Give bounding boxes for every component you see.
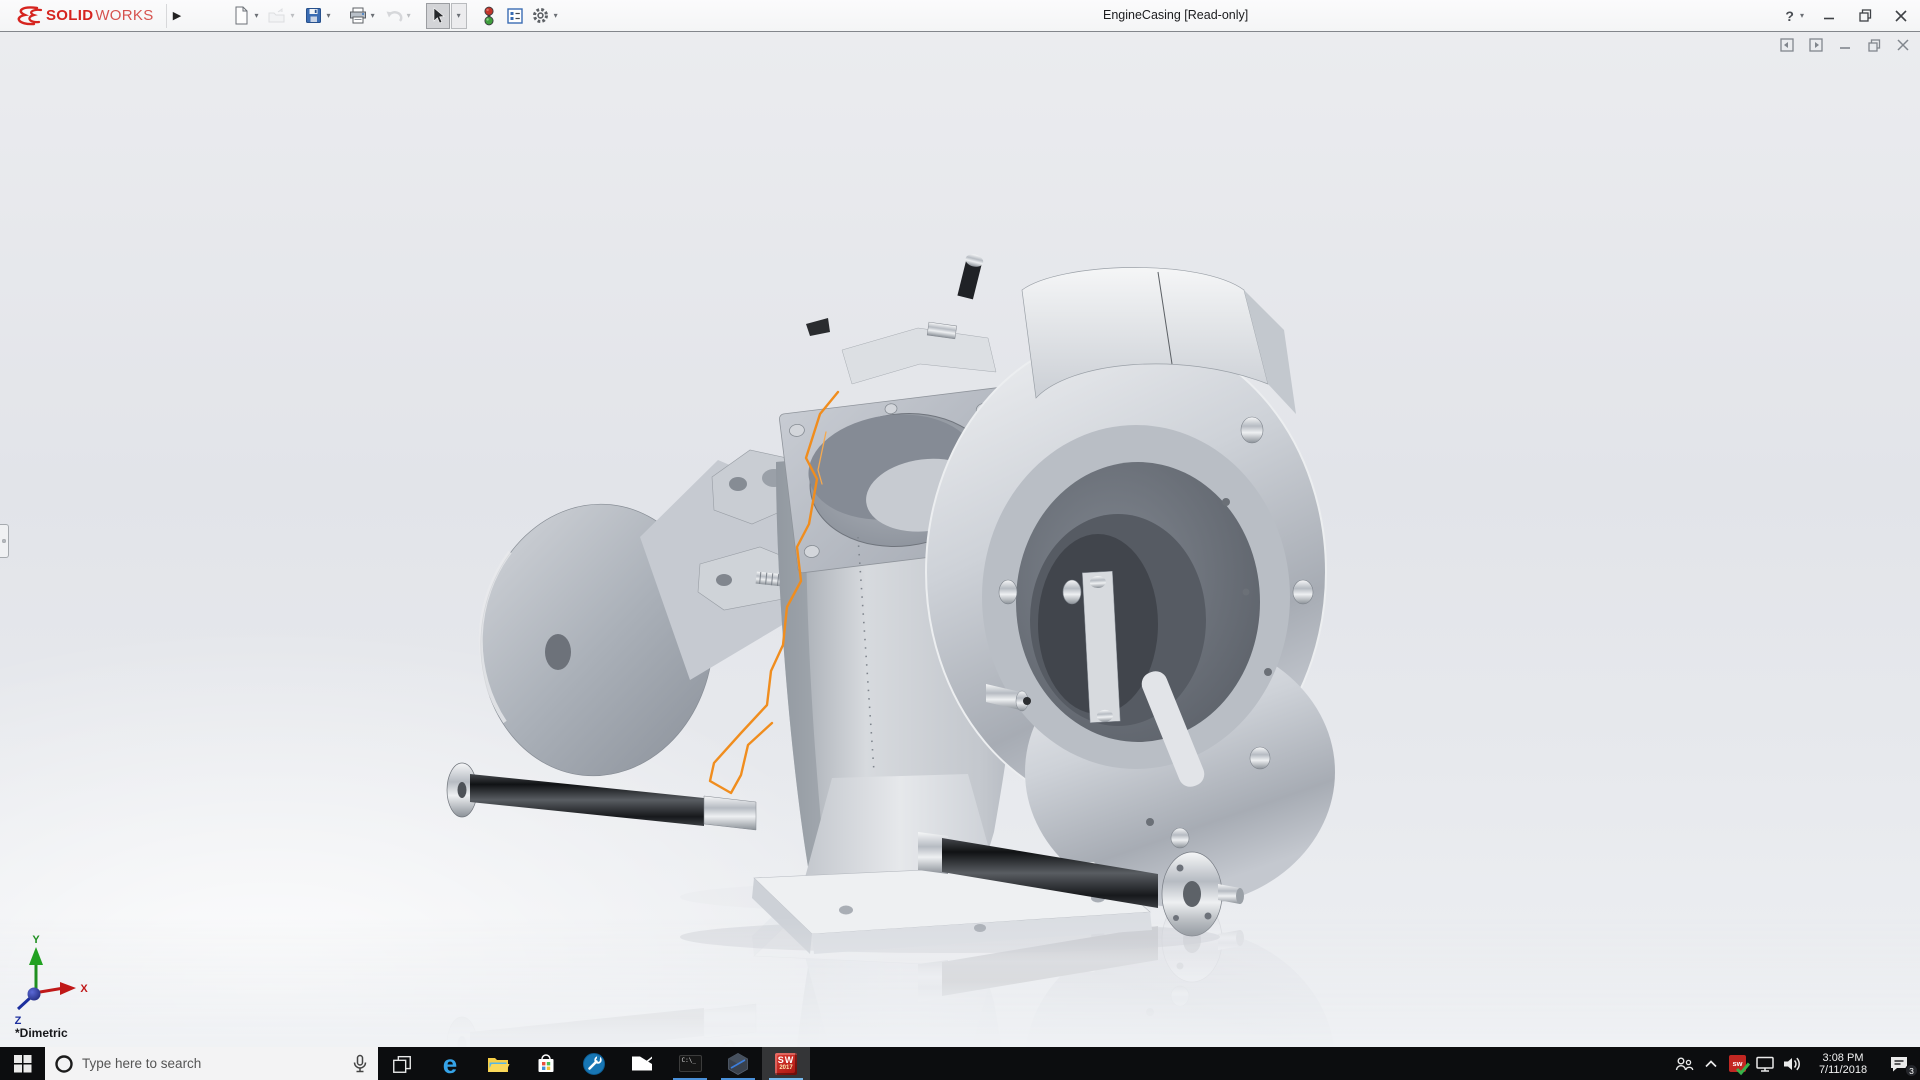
x-axis-label: X bbox=[80, 983, 88, 995]
notification-badge: 3 bbox=[1905, 1064, 1918, 1077]
hexagon-app-icon bbox=[726, 1052, 750, 1076]
taskbar-search[interactable] bbox=[45, 1047, 378, 1080]
taskbar-app-command-prompt[interactable]: C:\_ bbox=[666, 1047, 714, 1080]
print-button[interactable]: ▾ bbox=[346, 3, 380, 29]
menu-expand-arrow[interactable]: ▶ bbox=[166, 4, 188, 28]
start-button[interactable] bbox=[0, 1047, 45, 1080]
cortana-icon bbox=[54, 1054, 74, 1074]
graphics-viewport[interactable]: Y X Z *Dimetric bbox=[0, 32, 1920, 1047]
taskbar-clock[interactable]: 3:08 PM 7/11/2018 bbox=[1805, 1051, 1881, 1077]
taskbar-app-hexagon[interactable] bbox=[714, 1047, 762, 1080]
new-dropdown-caret[interactable]: ▾ bbox=[252, 11, 262, 20]
microphone-icon[interactable] bbox=[351, 1054, 369, 1074]
taskbar-app-solidworks[interactable]: SW 2017 bbox=[762, 1047, 810, 1080]
new-document-icon bbox=[232, 6, 252, 26]
open-button: ▾ bbox=[266, 3, 300, 29]
people-icon bbox=[1673, 1053, 1695, 1075]
chevron-up-icon bbox=[1703, 1056, 1719, 1072]
select-dropdown-caret[interactable]: ▾ bbox=[454, 11, 464, 20]
windows-logo-icon bbox=[13, 1054, 32, 1073]
printer-icon bbox=[348, 6, 368, 26]
taskbar-app-edge[interactable]: e bbox=[426, 1047, 474, 1080]
triad-origin bbox=[28, 988, 41, 1001]
titlebar: SOLIDWORKS ▶ ▾ ▾ ▾ ▾ bbox=[0, 0, 1920, 32]
help-dropdown-caret[interactable]: ▾ bbox=[1800, 11, 1804, 20]
engine-casing-scene: Y X Z bbox=[0, 32, 1920, 1047]
rebuild-button[interactable] bbox=[477, 3, 501, 29]
reflection-fade bbox=[0, 917, 1920, 1047]
file-properties-button[interactable] bbox=[503, 3, 527, 29]
options-dropdown-caret[interactable]: ▾ bbox=[551, 11, 561, 20]
people-button[interactable] bbox=[1670, 1047, 1697, 1080]
file-explorer-icon bbox=[486, 1053, 510, 1075]
close-button[interactable] bbox=[1890, 5, 1912, 27]
open-folder-icon bbox=[268, 6, 288, 26]
search-input[interactable] bbox=[82, 1056, 343, 1071]
show-hidden-icons-button[interactable] bbox=[1697, 1047, 1724, 1080]
rebuild-trafficlight-icon bbox=[479, 6, 499, 26]
command-prompt-icon: C:\_ bbox=[679, 1055, 702, 1072]
undo-dropdown-caret: ▾ bbox=[404, 11, 414, 20]
microsoft-store-icon bbox=[534, 1052, 558, 1076]
taskbar-app-microsoft-store[interactable] bbox=[522, 1047, 570, 1080]
taskbar-app-file-explorer[interactable] bbox=[474, 1047, 522, 1080]
clock-date: 7/11/2018 bbox=[1805, 1064, 1881, 1077]
taskbar-app-settings-tool[interactable] bbox=[570, 1047, 618, 1080]
doc-minimize-button[interactable] bbox=[1838, 38, 1852, 52]
undo-button: ▾ bbox=[382, 3, 416, 29]
edge-icon: e bbox=[443, 1052, 457, 1076]
doc-close-button[interactable] bbox=[1896, 38, 1910, 52]
titlebar-controls: ? ▾ bbox=[1785, 0, 1912, 31]
windows-taskbar: e C:\_ bbox=[0, 1047, 1920, 1080]
task-view-icon bbox=[391, 1053, 413, 1075]
options-button[interactable]: ▾ bbox=[529, 3, 563, 29]
taskbar-app-task-view[interactable] bbox=[378, 1047, 426, 1080]
taskbar-app-mail[interactable] bbox=[618, 1047, 666, 1080]
wrench-circle-icon bbox=[582, 1052, 606, 1076]
select-cursor-icon bbox=[428, 6, 448, 26]
network-icon bbox=[1754, 1053, 1776, 1075]
brand-solid: SOLID bbox=[46, 7, 93, 24]
collapse-left-pane-button[interactable] bbox=[1780, 38, 1794, 52]
open-dropdown-caret: ▾ bbox=[288, 11, 298, 20]
restore-button[interactable] bbox=[1854, 5, 1876, 27]
action-center-button[interactable]: 3 bbox=[1881, 1047, 1917, 1080]
quick-access-toolbar: ▾ ▾ ▾ ▾ ▾ bbox=[230, 3, 565, 29]
brand-works: WORKS bbox=[95, 7, 153, 24]
volume-button[interactable] bbox=[1778, 1047, 1805, 1080]
clock-time: 3:08 PM bbox=[1805, 1052, 1881, 1065]
solidworks-2017-icon: SW 2017 bbox=[775, 1053, 797, 1075]
save-dropdown-caret[interactable]: ▾ bbox=[324, 11, 334, 20]
options-gear-icon bbox=[531, 6, 551, 26]
y-axis-label: Y bbox=[32, 934, 40, 946]
select-tool-button[interactable] bbox=[426, 3, 450, 29]
system-tray: sw 3:08 PM 7/11/2018 bbox=[1670, 1047, 1920, 1080]
new-document-button[interactable]: ▾ bbox=[230, 3, 264, 29]
panel-splitter-handle[interactable] bbox=[0, 524, 9, 558]
network-button[interactable] bbox=[1751, 1047, 1778, 1080]
help-button[interactable]: ? bbox=[1785, 8, 1794, 24]
expand-right-pane-button[interactable] bbox=[1809, 38, 1823, 52]
dassault-swoosh-icon bbox=[10, 5, 44, 27]
save-floppy-icon bbox=[304, 6, 324, 26]
document-window-controls bbox=[1780, 38, 1910, 52]
print-dropdown-caret[interactable]: ▾ bbox=[368, 11, 378, 20]
undo-arrow-icon bbox=[384, 6, 404, 26]
select-tool-dropdown[interactable]: ▾ bbox=[451, 3, 467, 29]
document-title: EngineCasing [Read-only] bbox=[1103, 0, 1248, 31]
solidworks-tray-icon: sw bbox=[1729, 1055, 1746, 1072]
mail-icon bbox=[630, 1054, 654, 1073]
view-orientation-label: *Dimetric bbox=[15, 1026, 68, 1040]
engine-casing-model[interactable] bbox=[447, 253, 1335, 954]
solidworks-logo[interactable]: SOLIDWORKS bbox=[0, 0, 162, 31]
solidworks-tray-button[interactable]: sw bbox=[1724, 1047, 1751, 1080]
save-button[interactable]: ▾ bbox=[302, 3, 336, 29]
doc-restore-button[interactable] bbox=[1867, 38, 1881, 52]
file-properties-icon bbox=[505, 6, 525, 26]
speaker-icon bbox=[1781, 1053, 1803, 1075]
minimize-button[interactable] bbox=[1818, 5, 1840, 27]
